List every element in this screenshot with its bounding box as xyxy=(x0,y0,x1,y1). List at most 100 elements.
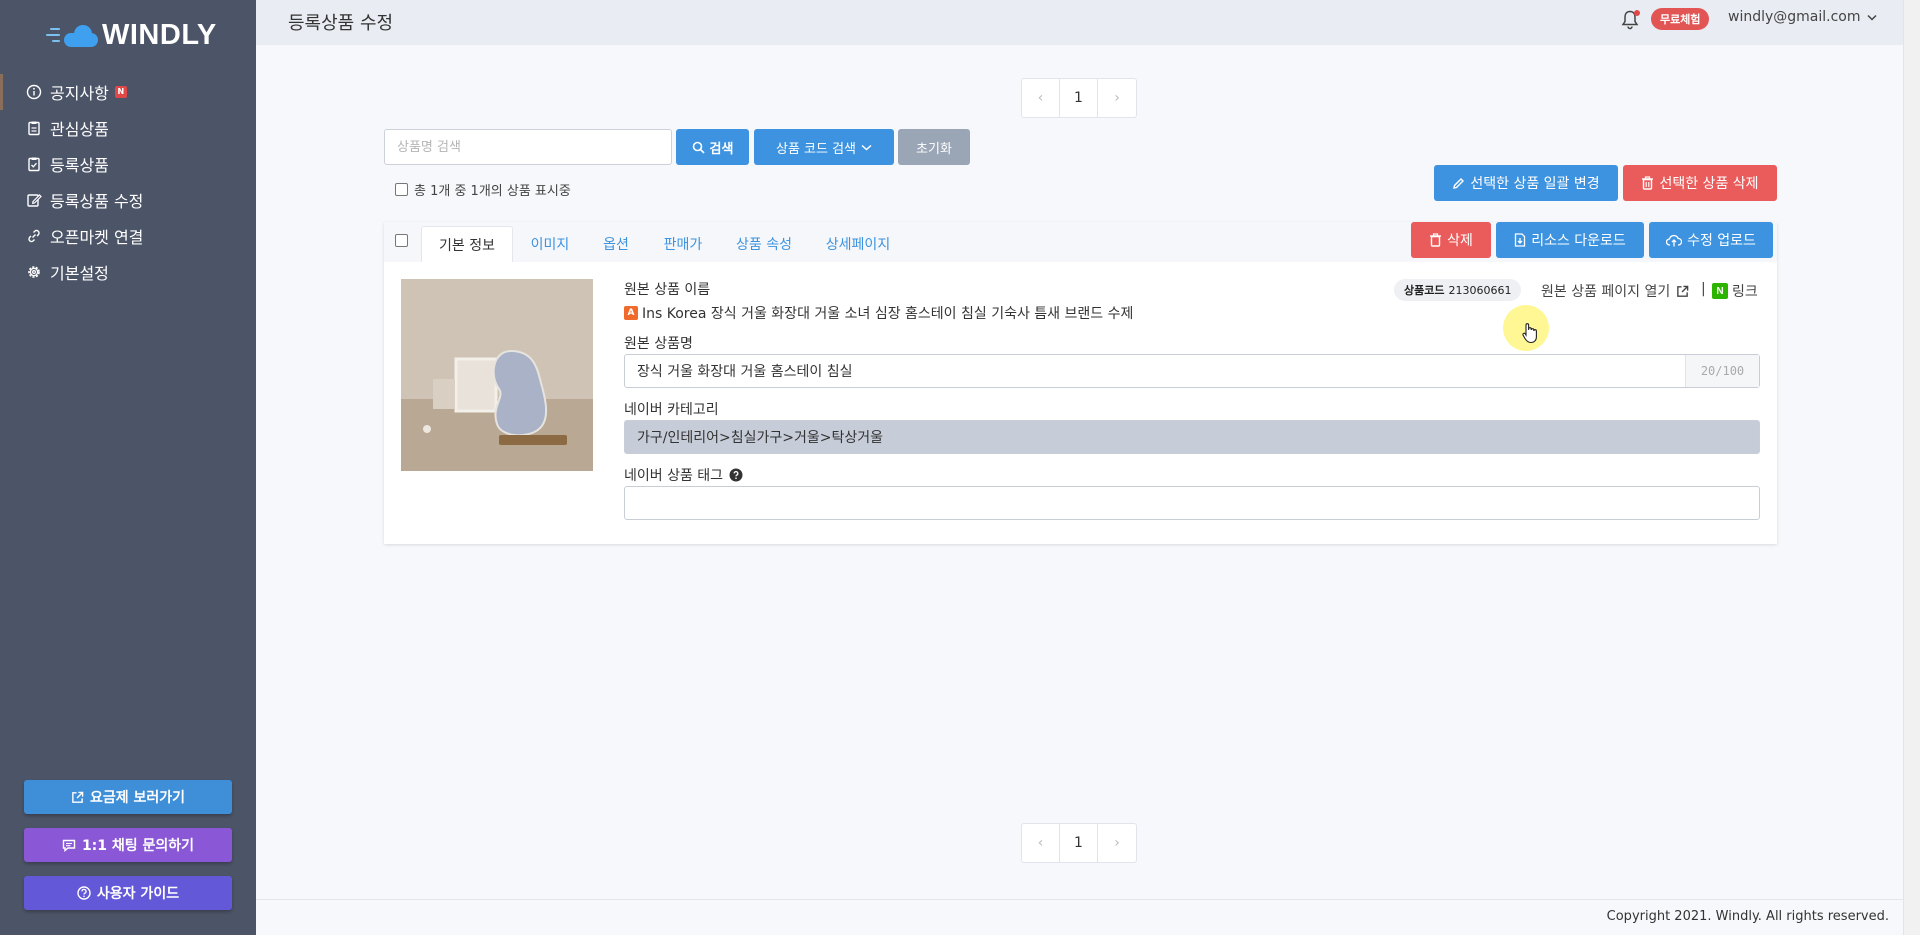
product-card: 기본 정보 이미지 옵션 판매가 상품 속성 상세페이지 삭제 리소스 다운로드… xyxy=(384,222,1777,544)
tab-basic-info[interactable]: 기본 정보 xyxy=(421,226,513,262)
sidebar-item-label: 오픈마켓 연결 xyxy=(50,228,144,247)
product-name-field[interactable]: 장식 거울 화장대 거울 홈스테이 침실 20/100 xyxy=(624,354,1760,388)
resource-download-label: 리소스 다운로드 xyxy=(1531,233,1626,249)
product-count-row: 총 1개 중 1개의 상품 표시중 xyxy=(395,180,571,199)
pencil-icon xyxy=(1453,177,1465,189)
prev-page-button[interactable]: ‹ xyxy=(1022,824,1060,862)
edit-upload-button[interactable]: 수정 업로드 xyxy=(1649,222,1773,258)
notification-dot xyxy=(1634,10,1640,16)
product-name-label: 원본 상품명 xyxy=(624,336,693,352)
page-number[interactable]: 1 xyxy=(1060,79,1098,117)
sidebar: WINDLY 공지사항 N 관심상품 등록상품 등록상품 수정 오픈마켓 연결 … xyxy=(0,0,256,935)
footer: Copyright 2021. Windly. All rights reser… xyxy=(256,899,1903,935)
original-name-label: 원본 상품 이름 xyxy=(624,282,711,298)
chevron-down-icon xyxy=(861,144,872,151)
select-all-checkbox[interactable] xyxy=(395,183,408,196)
sidebar-item-registered[interactable]: 등록상품 xyxy=(0,146,256,182)
bell-icon[interactable] xyxy=(1620,9,1640,31)
bulk-edit-label: 선택한 상품 일괄 변경 xyxy=(1470,176,1600,192)
naver-category-field[interactable]: 가구/인테리어>침실가구>거울>탁상거울 xyxy=(624,420,1760,454)
naver-category-label: 네이버 카테고리 xyxy=(624,402,719,418)
sidebar-item-label: 관심상품 xyxy=(50,120,109,139)
tab-options[interactable]: 옵션 xyxy=(587,226,645,262)
pricing-button-label: 요금제 보러가기 xyxy=(89,790,186,806)
open-original-page-link[interactable]: 원본 상품 페이지 열기 xyxy=(1541,281,1689,301)
next-page-button[interactable]: › xyxy=(1098,79,1136,117)
product-name-search-input[interactable] xyxy=(384,129,672,165)
new-badge: N xyxy=(114,86,127,98)
tab-price[interactable]: 판매가 xyxy=(647,226,719,262)
windly-logo[interactable]: WINDLY xyxy=(44,18,217,52)
tab-attributes[interactable]: 상품 속성 xyxy=(721,226,807,262)
chat-inquiry-button[interactable]: 1:1 채팅 문의하기 xyxy=(24,828,232,862)
sidebar-item-label: 등록상품 xyxy=(50,156,109,175)
naver-category-value: 가구/인테리어>침실가구>거울>탁상거울 xyxy=(637,430,883,446)
clipboard-check-icon xyxy=(26,156,42,172)
tab-detail-page[interactable]: 상세페이지 xyxy=(809,226,907,262)
delete-selected-button[interactable]: 선택한 상품 삭제 xyxy=(1623,165,1777,201)
code-search-label: 상품 코드 검색 xyxy=(775,141,857,157)
naver-tag-label-row: 네이버 상품 태그 xyxy=(624,465,743,485)
product-code-label: 상품코드 xyxy=(1404,284,1445,297)
trash-icon xyxy=(1642,176,1654,190)
sidebar-item-watchlist[interactable]: 관심상품 xyxy=(0,110,256,146)
bulk-edit-button[interactable]: 선택한 상품 일괄 변경 xyxy=(1434,165,1618,201)
delete-selected-label: 선택한 상품 삭제 xyxy=(1659,176,1759,192)
user-email: windly@gmail.com xyxy=(1728,9,1861,25)
edit-upload-label: 수정 업로드 xyxy=(1687,233,1756,249)
reset-button[interactable]: 초기화 xyxy=(898,129,970,165)
sidebar-item-openmarket[interactable]: 오픈마켓 연결 xyxy=(0,218,256,254)
brand-name: WINDLY xyxy=(102,18,217,51)
naver-tag-label: 네이버 상품 태그 xyxy=(624,468,724,484)
pagination-top: ‹ 1 › xyxy=(1021,78,1137,118)
user-guide-button[interactable]: 사용자 가이드 xyxy=(24,876,232,910)
page-title: 등록상품 수정 xyxy=(288,13,394,34)
file-download-icon xyxy=(1515,233,1526,247)
pricing-button[interactable]: 요금제 보러가기 xyxy=(24,780,232,814)
search-button[interactable]: 검색 xyxy=(676,129,749,165)
help-icon[interactable] xyxy=(729,468,743,482)
sidebar-menu: 공지사항 N 관심상품 등록상품 등록상품 수정 오픈마켓 연결 기본설정 xyxy=(0,74,256,290)
tab-images[interactable]: 이미지 xyxy=(515,226,585,262)
char-counter: 20/100 xyxy=(1685,355,1759,387)
product-code: 213060661 xyxy=(1448,283,1512,297)
product-thumbnail[interactable] xyxy=(401,279,593,471)
cloud-upload-icon xyxy=(1666,234,1683,246)
trash-icon xyxy=(1430,233,1442,247)
naver-link[interactable]: N 링크 xyxy=(1712,281,1758,301)
top-bar: 등록상품 수정 무료체험 windly@gmail.com xyxy=(256,0,1903,45)
resource-download-button[interactable]: 리소스 다운로드 xyxy=(1496,222,1644,258)
page-number[interactable]: 1 xyxy=(1060,824,1098,862)
sidebar-item-edit-registered[interactable]: 등록상품 수정 xyxy=(0,182,256,218)
link-separator: | xyxy=(1701,281,1706,297)
prev-page-button[interactable]: ‹ xyxy=(1022,79,1060,117)
clipboard-icon xyxy=(26,120,42,136)
delete-product-button[interactable]: 삭제 xyxy=(1411,222,1491,258)
original-product-name: A Ins Korea 장식 거울 화장대 거울 소녀 심장 홈스테이 침실 기… xyxy=(624,303,1133,323)
sidebar-item-settings[interactable]: 기본설정 xyxy=(0,254,256,290)
product-name-value: 장식 거울 화장대 거울 홈스테이 침실 xyxy=(637,364,853,380)
external-link-icon xyxy=(1677,285,1689,297)
sidebar-item-label: 공지사항 xyxy=(50,84,109,103)
chat-inquiry-label: 1:1 채팅 문의하기 xyxy=(81,838,195,854)
link-icon xyxy=(26,228,42,244)
window-scrollbar[interactable] xyxy=(1903,0,1920,935)
copyright-text: Copyright 2021. Windly. All rights reser… xyxy=(1606,909,1889,924)
open-original-page-label: 원본 상품 페이지 열기 xyxy=(1541,284,1671,300)
chat-icon xyxy=(62,839,76,852)
next-page-button[interactable]: › xyxy=(1098,824,1136,862)
code-search-dropdown[interactable]: 상품 코드 검색 xyxy=(754,129,894,165)
sidebar-item-label: 등록상품 수정 xyxy=(50,192,144,211)
user-menu[interactable]: windly@gmail.com xyxy=(1728,9,1877,25)
question-circle-icon xyxy=(77,886,91,900)
product-checkbox[interactable] xyxy=(395,234,408,247)
naver-tag-input[interactable] xyxy=(624,486,1760,520)
gear-icon xyxy=(26,264,42,280)
original-product-name-text: Ins Korea 장식 거울 화장대 거울 소녀 심장 홈스테이 침실 기숙사… xyxy=(642,306,1134,322)
free-trial-badge: 무료체험 xyxy=(1651,8,1710,30)
delete-product-label: 삭제 xyxy=(1447,233,1473,249)
sidebar-item-label: 기본설정 xyxy=(50,264,109,283)
product-card-header: 기본 정보 이미지 옵션 판매가 상품 속성 상세페이지 삭제 리소스 다운로드… xyxy=(384,222,1777,262)
cloud-icon xyxy=(64,23,98,47)
sidebar-item-notice[interactable]: 공지사항 N xyxy=(0,74,256,110)
